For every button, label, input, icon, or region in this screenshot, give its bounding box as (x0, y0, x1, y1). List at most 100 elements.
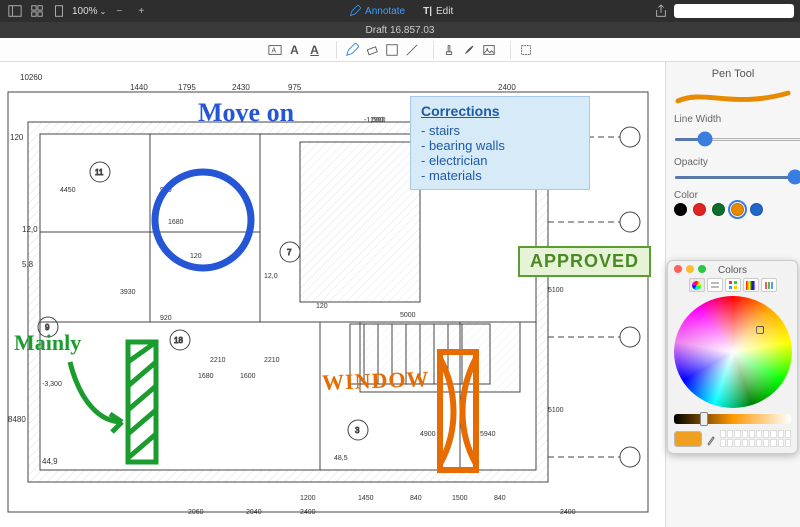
document-canvas[interactable]: 11 7 18 9 3 10260 1440 1795 2430 975 240… (0, 62, 665, 527)
svg-text:4450: 4450 (60, 187, 76, 194)
color-palettes-tab-icon[interactable] (725, 278, 741, 292)
search-field[interactable] (674, 4, 794, 18)
svg-text:A: A (271, 47, 276, 54)
opacity-slider[interactable] (674, 176, 800, 179)
eyedropper-icon[interactable] (706, 432, 716, 446)
svg-text:5,8: 5,8 (22, 260, 34, 269)
svg-text:3: 3 (355, 426, 360, 435)
note-heading: Corrections (421, 103, 579, 119)
search-input[interactable] (678, 6, 795, 16)
svg-text:4900: 4900 (420, 431, 436, 438)
brush-tool-icon[interactable] (460, 41, 478, 59)
annotate-mode-button[interactable]: Annotate (349, 5, 405, 17)
svg-text:2210: 2210 (210, 357, 226, 364)
corrections-sticky-note[interactable]: Corrections stairs bearing walls electri… (410, 96, 590, 190)
svg-text:5100: 5100 (548, 407, 564, 414)
svg-text:1450: 1450 (358, 495, 374, 502)
zoom-in-button[interactable]: + (132, 3, 150, 19)
svg-text:5940: 5940 (480, 431, 496, 438)
svg-text:2040: 2040 (246, 509, 262, 516)
svg-text:840: 840 (410, 495, 422, 502)
image-tool-icon[interactable] (480, 41, 498, 59)
edit-label: Edit (436, 6, 453, 17)
current-color-well[interactable] (674, 431, 702, 447)
opacity-label: Opacity (674, 157, 792, 168)
swatch-black[interactable] (674, 203, 687, 216)
selection-tool-icon[interactable] (517, 41, 535, 59)
document-title: Draft 16.857.03 (366, 25, 435, 36)
svg-text:8480: 8480 (8, 415, 26, 424)
svg-text:1500: 1500 (452, 495, 468, 502)
annotation-text-mainly[interactable]: Mainly (14, 330, 81, 356)
pen-tool-icon[interactable] (343, 41, 361, 59)
inspector-title: Pen Tool (674, 68, 792, 80)
line-width-slider[interactable] (674, 138, 800, 141)
color-sliders-tab-icon[interactable] (707, 278, 723, 292)
annotate-label: Annotate (365, 6, 405, 17)
svg-text:120: 120 (316, 303, 328, 310)
brightness-thumb[interactable] (700, 412, 708, 426)
color-wheel-cursor[interactable] (756, 326, 764, 334)
zoom-out-button[interactable]: − (110, 3, 128, 19)
svg-text:1600: 1600 (240, 373, 256, 380)
inspector-panel: Pen Tool Line Width 4,2 pt⌄ Opacity 100%… (665, 62, 800, 527)
svg-text:840: 840 (494, 495, 506, 502)
svg-text:2430: 2430 (232, 83, 250, 92)
document-title-bar: Draft 16.857.03 (0, 22, 800, 38)
svg-text:-3,300: -3,300 (42, 381, 62, 388)
thumbnails-icon[interactable] (28, 3, 46, 19)
swatch-green[interactable] (712, 203, 725, 216)
stamp-tool-icon[interactable] (440, 41, 458, 59)
minimize-icon[interactable] (686, 265, 694, 273)
svg-text:120: 120 (190, 253, 202, 260)
edit-mode-button[interactable]: T| Edit (423, 6, 453, 17)
svg-text:44,9: 44,9 (42, 457, 58, 466)
annotation-text-move-on[interactable]: Move on (198, 98, 294, 128)
color-pencils-tab-icon[interactable] (761, 278, 777, 292)
chevron-down-icon[interactable]: ⌄ (100, 7, 107, 16)
single-page-icon[interactable] (50, 3, 68, 19)
svg-text:920: 920 (160, 187, 172, 194)
textbox-tool-icon[interactable]: A (266, 41, 284, 59)
color-wheel-tab-icon[interactable] (689, 278, 705, 292)
color-spectrum-tab-icon[interactable] (743, 278, 759, 292)
recent-colors-grid[interactable] (720, 430, 791, 447)
shape-tool-icon[interactable] (383, 41, 401, 59)
svg-text:10260: 10260 (20, 73, 43, 82)
svg-text:2210: 2210 (264, 357, 280, 364)
line-tool-icon[interactable] (403, 41, 421, 59)
svg-text:1680: 1680 (168, 219, 184, 226)
swatch-blue[interactable] (750, 203, 763, 216)
annotation-text-window[interactable]: WINDOW (322, 366, 430, 396)
top-toolbar: 100% ⌄ − + Annotate T| Edit (0, 0, 800, 22)
svg-text:7: 7 (287, 248, 292, 257)
svg-text:48,5: 48,5 (334, 455, 348, 462)
svg-text:2060: 2060 (188, 509, 204, 516)
svg-text:1795: 1795 (178, 83, 196, 92)
text-tool-icon[interactable]: A (286, 41, 304, 59)
brightness-slider[interactable] (674, 414, 791, 424)
sidebar-toggle-icon[interactable] (6, 3, 24, 19)
svg-text:-1,560: -1,560 (364, 117, 384, 124)
svg-text:11: 11 (95, 168, 104, 177)
swatch-orange[interactable] (731, 203, 744, 216)
color-swatches (674, 203, 792, 216)
svg-text:12,0: 12,0 (22, 225, 38, 234)
svg-text:18: 18 (174, 336, 183, 345)
svg-text:920: 920 (160, 315, 172, 322)
svg-text:2400: 2400 (560, 509, 576, 516)
colors-popup[interactable]: Colors (667, 260, 798, 454)
color-wheel[interactable] (674, 296, 792, 408)
svg-text:5000: 5000 (400, 312, 416, 319)
approved-stamp[interactable]: APPROVED (518, 246, 651, 277)
color-label: Color (674, 190, 792, 201)
svg-text:5100: 5100 (548, 287, 564, 294)
zoom-value[interactable]: 100% (72, 6, 98, 17)
underline-text-icon[interactable]: A (306, 41, 324, 59)
eraser-tool-icon[interactable] (363, 41, 381, 59)
zoom-icon[interactable] (698, 265, 706, 273)
close-icon[interactable] (674, 265, 682, 273)
swatch-red[interactable] (693, 203, 706, 216)
share-icon[interactable] (652, 3, 670, 19)
zoom-control[interactable]: 100% ⌄ (72, 6, 106, 17)
